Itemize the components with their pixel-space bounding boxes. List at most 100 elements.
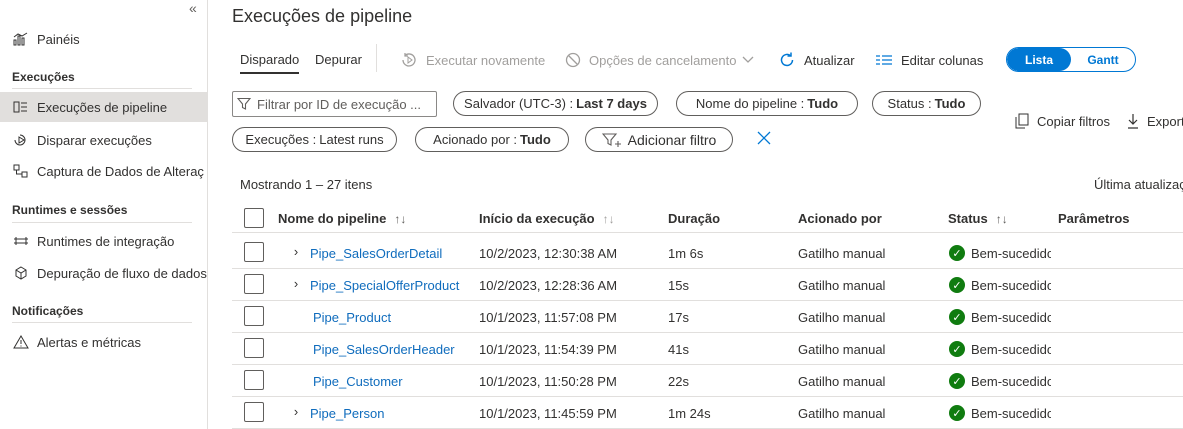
view-list-option[interactable]: Lista [1007, 48, 1071, 71]
view-gantt-option[interactable]: Gantt [1071, 48, 1135, 71]
run-start-cell: 10/1/2023, 11:54:39 PM [479, 342, 617, 357]
filter-pill-value: Tudo [807, 96, 839, 111]
filter-pill-value: Tudo [934, 96, 966, 111]
pipeline-name-link[interactable]: Pipe_SpecialOfferProduct [310, 278, 459, 293]
tab-triggered[interactable]: Disparado [240, 52, 300, 74]
row-checkbox[interactable] [244, 402, 264, 422]
trigger-icon [12, 132, 30, 148]
section-divider [12, 322, 192, 323]
triggered-by-cell: Gatilho manual [798, 246, 886, 261]
sort-icon[interactable]: ↑↓ [996, 212, 1008, 226]
toolbar-divider [376, 44, 377, 72]
column-header-parameters: Parâmetros [1058, 211, 1130, 226]
sidebar-item-dataflow-debug[interactable]: Depuração de fluxo de dados [0, 258, 207, 288]
collapse-sidebar-icon[interactable]: « [189, 0, 197, 16]
sidebar-item-dashboards[interactable]: Painéis [0, 24, 207, 54]
filter-pill-label: Status : [887, 96, 932, 111]
pipeline-name-link[interactable]: Pipe_SalesOrderHeader [313, 342, 455, 357]
add-filter-button[interactable]: Adicionar filtro [585, 127, 733, 152]
status-text: Bem-sucedido [971, 373, 1051, 389]
row-checkbox[interactable] [244, 338, 264, 358]
add-filter-icon [601, 132, 622, 148]
runs-filter-pill[interactable]: Execuções : Latest runs [232, 127, 397, 152]
cancel-options-dropdown[interactable]: Opções de cancelamento [565, 48, 754, 72]
run-start-cell: 10/2/2023, 12:28:36 AM [479, 278, 618, 293]
run-start-cell: 10/1/2023, 11:45:59 PM [479, 406, 617, 421]
table-row[interactable]: Pipe_SalesOrderHeader 10/1/2023, 11:54:39… [232, 333, 1183, 365]
column-header-status[interactable]: Status ↑↓ [948, 211, 1008, 226]
status-text: Bem-sucedido [971, 341, 1051, 357]
rerun-icon [400, 52, 418, 68]
section-divider [12, 222, 192, 223]
filter-pill-value: Last 7 days [576, 96, 647, 111]
edit-columns-label: Editar colunas [901, 52, 984, 68]
rerun-button[interactable]: Executar novamente [400, 48, 545, 72]
select-all-checkbox[interactable] [244, 208, 264, 228]
sidebar-item-integration-runtimes[interactable]: Runtimes de integração [0, 226, 207, 256]
pipeline-name-link[interactable]: Pipe_SalesOrderDetail [310, 246, 442, 261]
clear-filters-icon[interactable] [755, 128, 773, 148]
section-heading-notifications: Notificações [12, 304, 84, 318]
status-text: Bem-sucedido [971, 405, 1051, 421]
success-check-icon: ✓ [949, 277, 965, 293]
row-checkbox[interactable] [244, 242, 264, 262]
filter-pill-label: Nome do pipeline : [695, 96, 805, 111]
table-row[interactable]: Pipe_Product 10/1/2023, 11:57:08 PM 17s Gat… [232, 301, 1183, 333]
duration-cell: 22s [668, 374, 689, 389]
table-header: Nome do pipeline ↑↓ Início da execução ↑… [232, 203, 1183, 233]
sidebar-item-trigger-runs[interactable]: Disparar execuções [0, 125, 207, 155]
row-checkbox[interactable] [244, 274, 264, 294]
tab-debug[interactable]: Depurar [315, 52, 362, 67]
refresh-label: Atualizar [804, 52, 855, 68]
expand-chevron-icon[interactable]: › [290, 276, 302, 291]
status-filter-pill[interactable]: Status : Tudo [872, 91, 981, 116]
edit-columns-button[interactable]: Editar colunas [875, 48, 983, 72]
main-content: Execuções de pipeline Disparado Depurar … [209, 0, 1183, 429]
status-text: Bem-sucedido [971, 277, 1051, 293]
timezone-filter-pill[interactable]: Salvador (UTC-3) : Last 7 days [453, 91, 658, 116]
sidebar-item-pipeline-runs[interactable]: Execuções de pipeline [0, 92, 207, 122]
chevron-down-icon [742, 56, 754, 64]
pipeline-name-filter-pill[interactable]: Nome do pipeline : Tudo [676, 91, 858, 116]
column-header-name[interactable]: Nome do pipeline ↑↓ [278, 211, 406, 226]
status-text: Bem-sucedido [971, 245, 1051, 261]
table-row[interactable]: Pipe_Customer 10/1/2023, 11:50:28 PM 22s Ga… [232, 365, 1183, 397]
table-row[interactable]: › Pipe_SalesOrderDetail 10/2/2023, 12:30:3… [232, 237, 1183, 269]
filter-pill-value: Tudo [520, 132, 551, 147]
triggered-by-cell: Gatilho manual [798, 310, 886, 325]
sort-icon[interactable]: ↑↓ [394, 212, 406, 226]
column-header-triggered-by[interactable]: Acionado por [798, 211, 882, 226]
column-header-start[interactable]: Início da execução ↑↓ [479, 211, 615, 226]
filter-pill-label: Acionado por : [433, 132, 518, 147]
sidebar-item-alerts[interactable]: Alertas e métricas [0, 327, 207, 357]
page-title: Execuções de pipeline [232, 6, 413, 26]
copy-filters-button[interactable]: Copiar filtros [1015, 111, 1110, 131]
run-id-filter-input[interactable]: Filtrar por ID de execução ... [232, 91, 437, 117]
triggered-by-cell: Gatilho manual [798, 374, 886, 389]
sidebar-item-change-data-capture[interactable]: Captura de Dados de Alteraç [0, 156, 207, 186]
refresh-button[interactable]: Atualizar [778, 48, 855, 72]
column-header-label: Duração [668, 211, 721, 226]
success-check-icon: ✓ [949, 309, 965, 325]
row-checkbox[interactable] [244, 370, 264, 390]
table-row[interactable]: › Pipe_Person 10/1/2023, 11:45:59 PM 1m 24s… [232, 397, 1183, 429]
expand-chevron-icon[interactable]: › [290, 244, 302, 259]
rerun-label: Executar novamente [426, 52, 546, 68]
triggered-by-cell: Gatilho manual [798, 278, 886, 293]
export-label: Export [1147, 113, 1183, 129]
sidebar-item-label: Alertas e métricas [37, 334, 142, 350]
sort-icon[interactable]: ↑↓ [603, 212, 615, 226]
duration-cell: 1m 6s [668, 246, 704, 261]
table-row[interactable]: › Pipe_SpecialOfferProduct 10/2/2023, 12:2… [232, 269, 1183, 301]
section-heading-runtimes: Runtimes e sessões [12, 203, 128, 217]
expand-chevron-icon[interactable]: › [290, 404, 302, 419]
triggered-by-filter-pill[interactable]: Acionado por : Tudo [415, 127, 569, 152]
filter-icon [237, 97, 251, 111]
export-button[interactable]: Export [1127, 111, 1183, 131]
pipeline-name-link[interactable]: Pipe_Customer [313, 374, 403, 389]
pipeline-name-link[interactable]: Pipe_Person [310, 406, 384, 421]
pipeline-name-link[interactable]: Pipe_Product [313, 310, 391, 325]
success-check-icon: ✓ [949, 341, 965, 357]
column-header-duration[interactable]: Duração [668, 211, 720, 226]
row-checkbox[interactable] [244, 306, 264, 326]
